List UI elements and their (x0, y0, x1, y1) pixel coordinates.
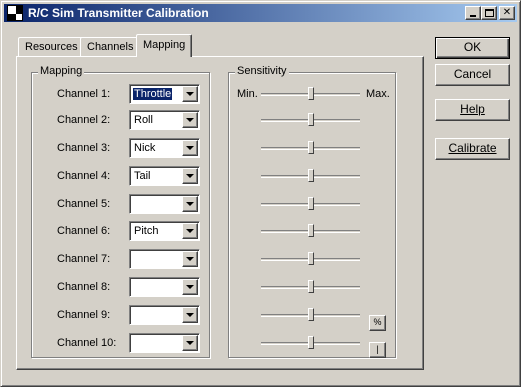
chevron-down-icon[interactable] (182, 335, 198, 351)
sensitivity-slider[interactable] (261, 86, 360, 102)
channel-select-value: Tail (134, 170, 151, 182)
title-bar[interactable]: R/C Sim Transmitter Calibration ✕ (4, 4, 517, 22)
channel-label: Channel 1: (57, 88, 111, 100)
slider-thumb[interactable] (307, 308, 314, 321)
channel-select-value: Throttle (131, 87, 174, 101)
slider-thumb[interactable] (307, 252, 314, 265)
sensitivity-slider[interactable] (261, 307, 360, 323)
channel-label: Channel 5: (57, 198, 111, 210)
slider-thumb[interactable] (307, 141, 314, 154)
sensitivity-max-label: Max. (366, 88, 390, 100)
channel-label: Channel 7: (57, 253, 111, 265)
sensitivity-slider[interactable] (261, 223, 360, 239)
sensitivity-slider[interactable] (261, 168, 360, 184)
channel-select[interactable] (129, 194, 200, 214)
tab-mapping[interactable]: Mapping (136, 34, 193, 57)
slider-thumb[interactable] (307, 87, 314, 100)
sensitivity-slider[interactable] (261, 140, 360, 156)
channel-select[interactable] (129, 305, 200, 325)
mapping-group-title: Mapping (38, 65, 85, 77)
sensitivity-slider[interactable] (261, 251, 360, 267)
minimize-button[interactable] (465, 6, 481, 20)
channel-select[interactable]: Tail (129, 166, 200, 186)
chevron-down-icon[interactable] (182, 251, 198, 267)
channel-label: Channel 3: (57, 142, 111, 154)
chevron-down-icon[interactable] (182, 196, 198, 212)
sensitivity-slider[interactable] (261, 112, 360, 128)
tab-label: Resources (25, 41, 78, 53)
chevron-down-icon[interactable] (182, 112, 198, 128)
sensitivity-slider[interactable] (261, 335, 360, 351)
close-icon: ✕ (502, 7, 512, 18)
chevron-down-icon[interactable] (182, 279, 198, 295)
window-title: R/C Sim Transmitter Calibration (28, 6, 209, 20)
sensitivity-group-title: Sensitivity (235, 65, 289, 77)
channel-label: Channel 9: (57, 309, 111, 321)
channel-label: Channel 4: (57, 170, 111, 182)
channel-select[interactable]: Throttle (129, 84, 200, 104)
slider-thumb[interactable] (307, 280, 314, 293)
slider-thumb[interactable] (307, 113, 314, 126)
chevron-down-icon[interactable] (182, 307, 198, 323)
chevron-down-icon[interactable] (182, 86, 198, 102)
tab-channels[interactable]: Channels (80, 37, 141, 56)
calibrate-button[interactable]: Calibrate (435, 138, 510, 160)
channel-label: Channel 2: (57, 114, 111, 126)
channel-select[interactable] (129, 333, 200, 353)
channel-select[interactable] (129, 277, 200, 297)
slider-thumb[interactable] (307, 336, 314, 349)
maximize-button[interactable] (481, 6, 497, 20)
channel-select[interactable]: Nick (129, 138, 200, 158)
channel-select[interactable]: Pitch (129, 221, 200, 241)
help-button[interactable]: Help (435, 99, 510, 121)
tab-resources[interactable]: Resources (18, 37, 85, 56)
slider-thumb[interactable] (307, 224, 314, 237)
channel-select-value: Pitch (134, 225, 159, 237)
sensitivity-slider[interactable] (261, 196, 360, 212)
channel-select[interactable] (129, 249, 200, 269)
bar-button[interactable]: | (369, 342, 386, 358)
channel-select[interactable]: Roll (129, 110, 200, 130)
close-button[interactable]: ✕ (499, 6, 515, 20)
chevron-down-icon[interactable] (182, 223, 198, 239)
channel-label: Channel 8: (57, 281, 111, 293)
chevron-down-icon[interactable] (182, 168, 198, 184)
channel-label: Channel 10: (57, 337, 117, 349)
help-button-label: Help (460, 102, 485, 116)
minimize-icon (470, 15, 476, 17)
calibrate-button-label: Calibrate (448, 141, 497, 155)
percent-button[interactable]: % (369, 315, 386, 331)
sensitivity-slider[interactable] (261, 279, 360, 295)
sensitivity-min-label: Min. (237, 88, 258, 100)
tab-label: Mapping (143, 39, 186, 51)
maximize-icon (485, 9, 494, 17)
chevron-down-icon[interactable] (182, 140, 198, 156)
checkered-icon (7, 5, 23, 21)
channel-select-value: Nick (134, 142, 156, 154)
channel-select-value: Roll (134, 114, 153, 126)
slider-thumb[interactable] (307, 169, 314, 182)
calibration-window: R/C Sim Transmitter Calibration ✕ Resour… (0, 0, 521, 387)
channel-label: Channel 6: (57, 225, 111, 237)
slider-thumb[interactable] (307, 197, 314, 210)
tab-label: Channels (87, 41, 134, 53)
ok-button[interactable]: OK (435, 37, 510, 59)
cancel-button[interactable]: Cancel (435, 64, 510, 86)
